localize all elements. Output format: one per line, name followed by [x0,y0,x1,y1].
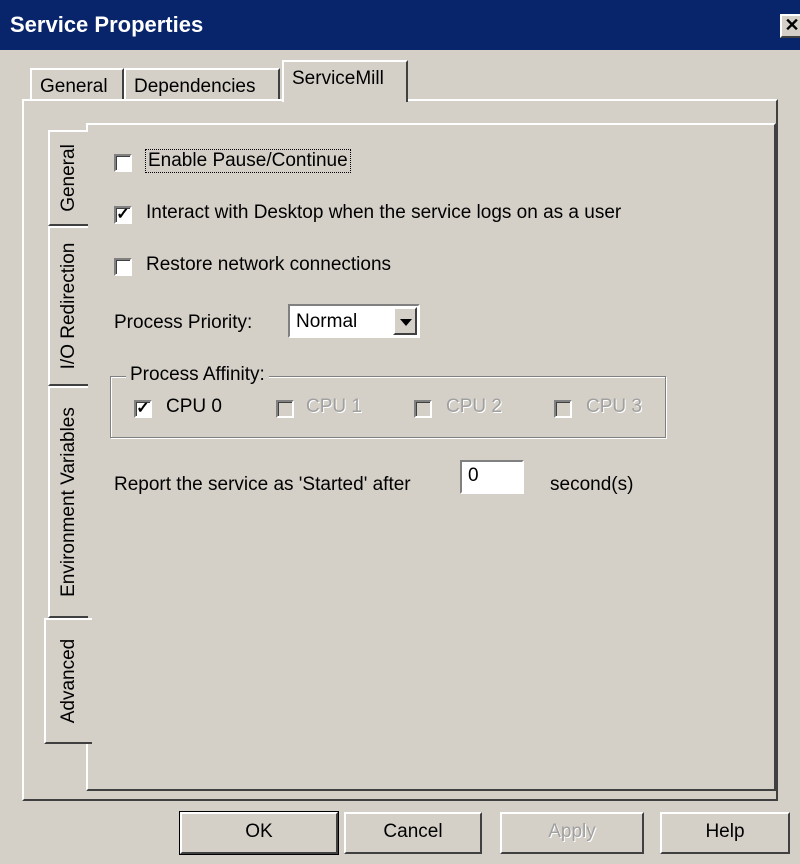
tab-dependencies-label: Dependencies [134,76,256,97]
side-tab-advanced-label: Advanced [58,638,79,724]
process-affinity-title: Process Affinity: [126,364,269,386]
close-button[interactable]: ✕ [780,14,800,38]
cpu2-checkbox [414,400,432,418]
check-icon: ✓ [136,400,150,417]
close-icon: ✕ [784,15,800,35]
enable-pause-text: Enable Pause/Continue [148,150,348,171]
side-tab-advanced[interactable]: Advanced [44,618,92,744]
report-started-suffix: second(s) [550,474,634,495]
tab-general-label: General [40,76,108,97]
report-started-prefix: Report the service as 'Started' after [114,474,411,495]
cpu1-label: CPU 1 [306,396,362,417]
check-icon: ✓ [116,206,130,223]
window-title: Service Properties [10,12,204,37]
cpu0-checkbox[interactable]: ✓ [134,400,152,418]
report-started-seconds-value: 0 [468,465,479,486]
title-bar: Service Properties [0,0,800,50]
enable-pause-checkbox[interactable] [114,154,132,172]
side-tab-general-label: General [58,144,79,212]
side-tab-environment-variables-label: Environment Variables [58,407,79,597]
apply-button: Apply [500,812,644,854]
report-started-seconds-input[interactable]: 0 [460,460,524,494]
chevron-down-icon[interactable] [393,307,417,335]
cpu2-label: CPU 2 [446,396,502,417]
restore-network-checkbox[interactable] [114,258,132,276]
cpu3-label: CPU 3 [586,396,642,417]
cpu3-checkbox [554,400,572,418]
process-priority-label: Process Priority: [114,312,253,333]
cpu1-checkbox [276,400,294,418]
interact-desktop-checkbox[interactable]: ✓ [114,206,132,224]
tab-servicemill[interactable]: ServiceMill [282,60,408,102]
process-priority-value: Normal [296,311,358,332]
side-tab-general[interactable]: General [48,130,88,226]
interact-desktop-label[interactable]: Interact with Desktop when the service l… [146,202,621,224]
ok-button[interactable]: OK [179,811,339,855]
cancel-button[interactable]: Cancel [344,812,482,854]
cpu0-label[interactable]: CPU 0 [166,396,222,418]
side-tab-io-redirection[interactable]: I/O Redirection [48,226,88,386]
enable-pause-label[interactable]: Enable Pause/Continue [145,149,351,173]
process-priority-select[interactable]: Normal [288,304,420,338]
tab-servicemill-label: ServiceMill [292,68,384,89]
side-tab-io-redirection-label: I/O Redirection [58,242,79,370]
help-button[interactable]: Help [660,812,790,854]
restore-network-label[interactable]: Restore network connections [146,254,391,276]
side-tab-environment-variables[interactable]: Environment Variables [48,386,88,618]
